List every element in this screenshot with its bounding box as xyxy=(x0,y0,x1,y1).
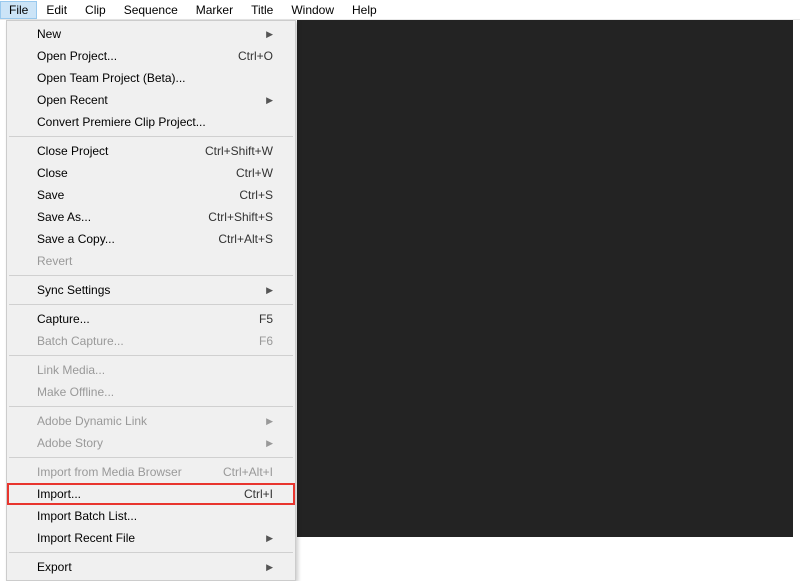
menu-item-shortcut: Ctrl+Alt+I xyxy=(223,465,273,479)
menu-item-label: Convert Premiere Clip Project... xyxy=(37,115,206,129)
chevron-right-icon: ▶ xyxy=(266,562,273,573)
menubar-item-marker[interactable]: Marker xyxy=(187,1,242,19)
menu-item-label: Close Project xyxy=(37,144,108,158)
menu-item-convert-premiere-clip-project[interactable]: Convert Premiere Clip Project... xyxy=(7,111,295,133)
menu-item-batch-capture: Batch Capture... F6 xyxy=(7,330,295,352)
menu-item-open-team-project-beta[interactable]: Open Team Project (Beta)... xyxy=(7,67,295,89)
menu-item-label: Import Recent File xyxy=(37,531,135,545)
menu-item-open-project[interactable]: Open Project... Ctrl+O xyxy=(7,45,295,67)
menu-item-new[interactable]: New ▶ xyxy=(7,23,295,45)
menu-item-import-batch-list[interactable]: Import Batch List... xyxy=(7,505,295,527)
menu-item-close-project[interactable]: Close Project Ctrl+Shift+W xyxy=(7,140,295,162)
menu-item-label: Export xyxy=(37,560,72,574)
menu-item-make-offline: Make Offline... xyxy=(7,381,295,403)
menubar: FileEditClipSequenceMarkerTitleWindowHel… xyxy=(0,0,800,20)
menu-item-import-recent-file[interactable]: Import Recent File ▶ xyxy=(7,527,295,549)
menu-item-label: Open Project... xyxy=(37,49,117,63)
menu-item-shortcut: F6 xyxy=(259,334,273,348)
menu-item-label: Open Team Project (Beta)... xyxy=(37,71,186,85)
menu-item-label: Import... xyxy=(37,487,81,501)
chevron-right-icon: ▶ xyxy=(266,416,273,427)
menu-item-adobe-story: Adobe Story ▶ xyxy=(7,432,295,454)
menu-item-label: Make Offline... xyxy=(37,385,114,399)
menu-item-label: New xyxy=(37,27,61,41)
menu-item-shortcut: Ctrl+Shift+S xyxy=(208,210,273,224)
menu-item-sync-settings[interactable]: Sync Settings ▶ xyxy=(7,279,295,301)
chevron-right-icon: ▶ xyxy=(266,533,273,544)
menu-item-import-from-media-browser: Import from Media Browser Ctrl+Alt+I xyxy=(7,461,295,483)
menubar-item-help[interactable]: Help xyxy=(343,1,386,19)
menu-item-label: Import Batch List... xyxy=(37,509,137,523)
menu-item-capture[interactable]: Capture... F5 xyxy=(7,308,295,330)
menu-item-label: Adobe Story xyxy=(37,436,103,450)
menubar-item-window[interactable]: Window xyxy=(282,1,343,19)
menu-item-label: Save a Copy... xyxy=(37,232,115,246)
menu-item-label: Link Media... xyxy=(37,363,105,377)
menu-item-label: Open Recent xyxy=(37,93,108,107)
menu-item-save-a-copy[interactable]: Save a Copy... Ctrl+Alt+S xyxy=(7,228,295,250)
menu-item-open-recent[interactable]: Open Recent ▶ xyxy=(7,89,295,111)
menu-item-shortcut: Ctrl+Alt+S xyxy=(218,232,273,246)
menu-separator xyxy=(9,457,293,458)
file-dropdown-menu: New ▶ Open Project... Ctrl+O Open Team Proje… xyxy=(6,20,296,581)
menu-item-label: Adobe Dynamic Link xyxy=(37,414,147,428)
menu-item-shortcut: Ctrl+Shift+W xyxy=(205,144,273,158)
menu-item-save[interactable]: Save Ctrl+S xyxy=(7,184,295,206)
menu-item-label: Save As... xyxy=(37,210,91,224)
menubar-item-sequence[interactable]: Sequence xyxy=(115,1,187,19)
menu-item-label: Save xyxy=(37,188,64,202)
menu-item-label: Revert xyxy=(37,254,72,268)
menu-item-label: Batch Capture... xyxy=(37,334,124,348)
menu-item-label: Close xyxy=(37,166,68,180)
menu-item-shortcut: Ctrl+S xyxy=(239,188,273,202)
menubar-item-file[interactable]: File xyxy=(0,1,37,19)
menu-item-revert: Revert xyxy=(7,250,295,272)
menu-item-close[interactable]: Close Ctrl+W xyxy=(7,162,295,184)
menu-item-import[interactable]: Import... Ctrl+I xyxy=(7,483,295,505)
menu-item-shortcut: Ctrl+I xyxy=(244,487,273,501)
menu-separator xyxy=(9,406,293,407)
menu-item-link-media: Link Media... xyxy=(7,359,295,381)
menu-separator xyxy=(9,304,293,305)
menu-item-save-as[interactable]: Save As... Ctrl+Shift+S xyxy=(7,206,295,228)
menu-item-label: Sync Settings xyxy=(37,283,110,297)
menu-item-shortcut: F5 xyxy=(259,312,273,326)
menu-item-shortcut: Ctrl+W xyxy=(236,166,273,180)
menu-separator xyxy=(9,552,293,553)
chevron-right-icon: ▶ xyxy=(266,95,273,106)
chevron-right-icon: ▶ xyxy=(266,438,273,449)
menu-item-export[interactable]: Export ▶ xyxy=(7,556,295,578)
menu-item-label: Import from Media Browser xyxy=(37,465,182,479)
menubar-item-clip[interactable]: Clip xyxy=(76,1,115,19)
menu-item-adobe-dynamic-link: Adobe Dynamic Link ▶ xyxy=(7,410,295,432)
menubar-item-edit[interactable]: Edit xyxy=(37,1,76,19)
menu-item-shortcut: Ctrl+O xyxy=(238,49,273,63)
menubar-item-title[interactable]: Title xyxy=(242,1,282,19)
editor-viewport xyxy=(297,20,793,537)
chevron-right-icon: ▶ xyxy=(266,29,273,40)
menu-separator xyxy=(9,136,293,137)
menu-item-label: Capture... xyxy=(37,312,90,326)
menu-separator xyxy=(9,355,293,356)
menu-separator xyxy=(9,275,293,276)
chevron-right-icon: ▶ xyxy=(266,285,273,296)
